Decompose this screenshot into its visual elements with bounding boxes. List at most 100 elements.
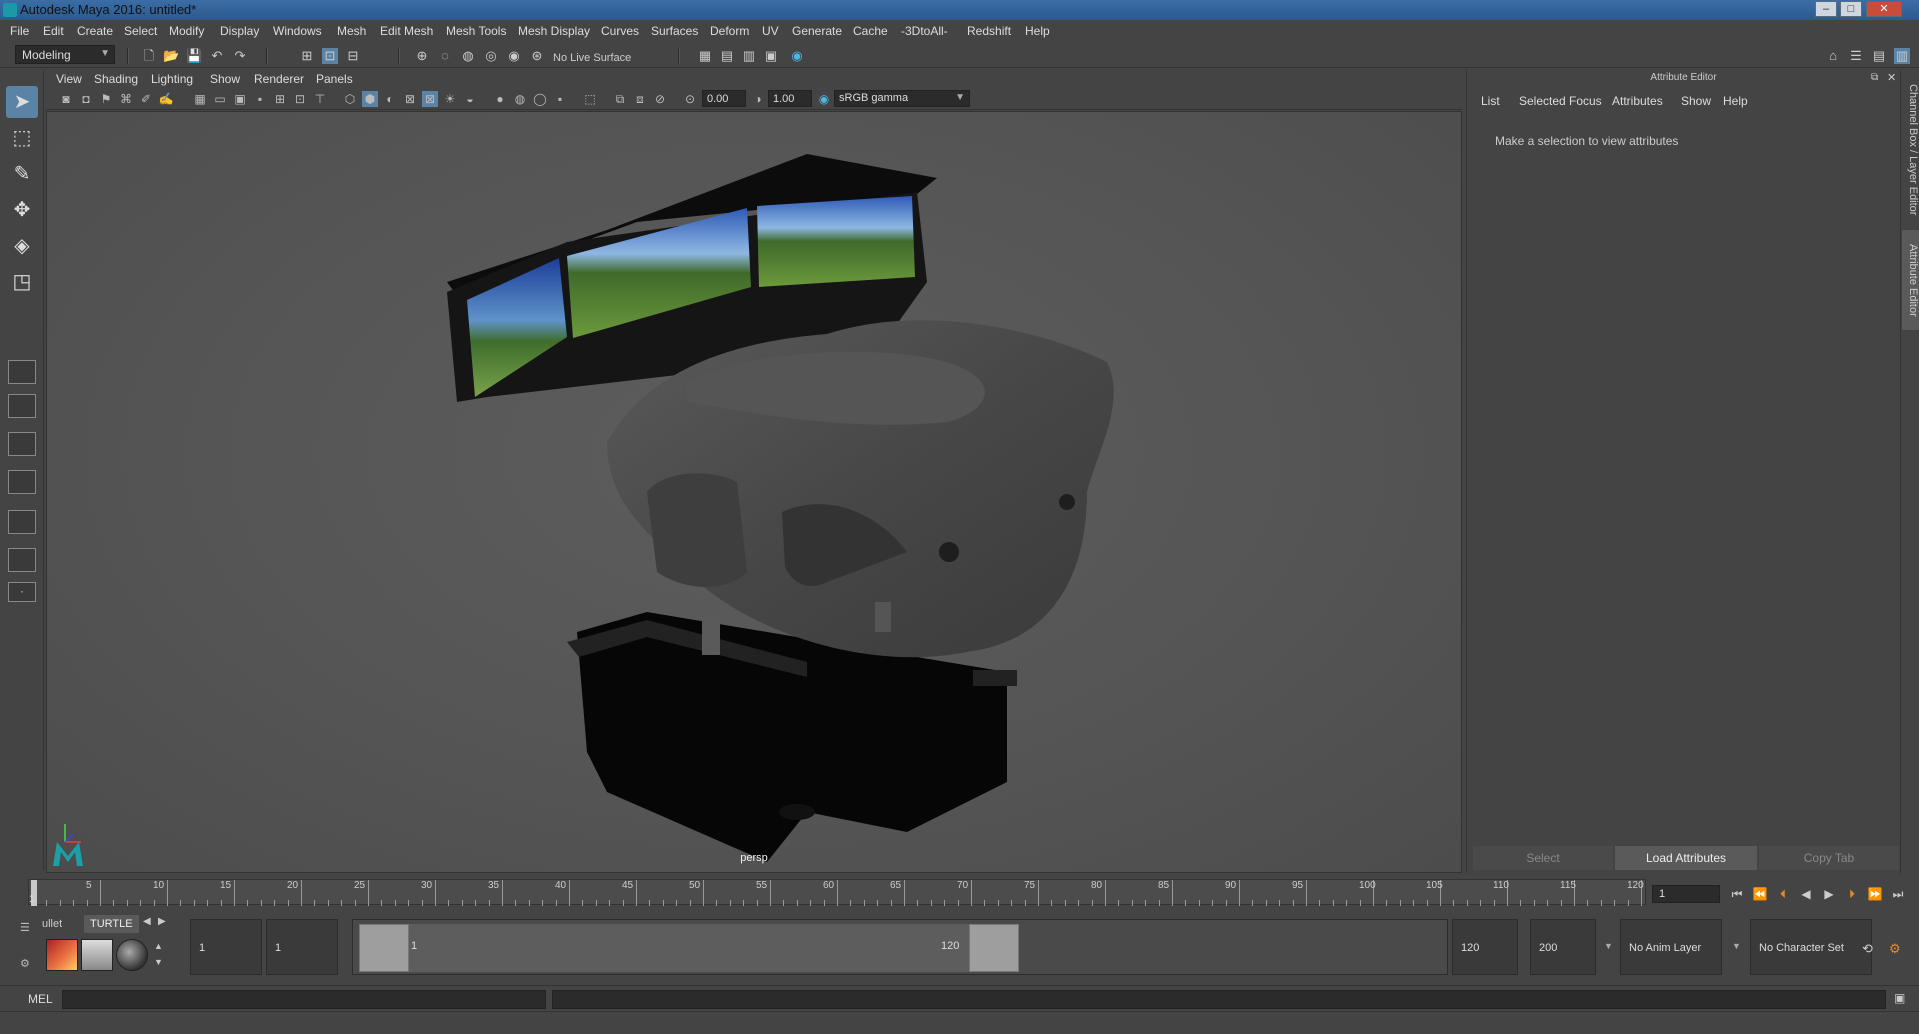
paint-brush-icon[interactable]: ✎ <box>6 158 38 190</box>
shelf-settings-gear-icon[interactable]: ⚙ <box>20 957 30 970</box>
shelf-scroll-left-icon[interactable]: ◀ <box>143 916 151 927</box>
script-editor-icon[interactable]: ▣ <box>1894 991 1905 1005</box>
ae-menu-show[interactable]: Show <box>1681 94 1711 108</box>
shelf-scroll-right-icon[interactable]: ▶ <box>158 916 166 927</box>
minimize-button[interactable]: – <box>1815 1 1837 17</box>
playback-end-field[interactable]: 120 <box>1452 919 1518 975</box>
persp-graph-layout-icon[interactable] <box>8 470 36 494</box>
menu-uv[interactable]: UV <box>762 24 779 38</box>
lasso-icon[interactable]: ⬚ <box>6 122 38 154</box>
panel-menu-renderer[interactable]: Renderer <box>254 72 304 86</box>
resolution-gate-icon[interactable]: ▣ <box>232 91 248 107</box>
scale-icon[interactable]: ◳ <box>6 266 38 298</box>
four-view-layout-icon[interactable] <box>8 394 36 418</box>
turtle-render-icon[interactable] <box>46 939 78 971</box>
shelf-menu-icon[interactable]: ☰ <box>20 921 30 934</box>
grid-icon[interactable]: ▦ <box>192 91 208 107</box>
use-all-lights-icon[interactable]: ⊠ <box>422 91 438 107</box>
render-current-icon[interactable]: ▤ <box>719 48 735 64</box>
menu-help[interactable]: Help <box>1025 24 1050 38</box>
menu-set-dropdown[interactable]: Modeling ▼ <box>15 45 115 64</box>
anim-start-field[interactable]: 1 <box>190 919 262 975</box>
ipr-render-icon[interactable]: ▥ <box>741 48 757 64</box>
save-scene-icon[interactable]: 💾 <box>186 48 202 64</box>
select-object-icon[interactable]: ⊡ <box>322 48 338 64</box>
timeline-ruler[interactable]: 1 5 10 15 20 25 30 35 40 45 50 55 60 65 70 75 80 85 90 95 1… <box>28 879 1646 906</box>
menu-mesh-tools[interactable]: Mesh Tools <box>446 24 506 38</box>
snap-surface-icon[interactable]: ⊛ <box>529 48 545 64</box>
menu-cache[interactable]: Cache <box>853 24 888 38</box>
screen-space-ao-icon[interactable]: ◒ <box>462 91 478 107</box>
modeling-toolkit-icon[interactable]: ⌂ <box>1825 48 1841 64</box>
go-to-end-icon[interactable]: ⏭ <box>1889 885 1907 903</box>
range-slider-track[interactable]: 1 120 <box>352 919 1448 975</box>
perspective-viewport[interactable]: persp <box>46 111 1462 873</box>
make-live-icon[interactable]: ◉ <box>506 48 522 64</box>
tab-channel-box[interactable]: Channel Box / Layer Editor <box>1902 80 1919 220</box>
shelf-tab-bullet[interactable]: ullet <box>36 915 68 933</box>
motion-blur-icon[interactable]: ● <box>492 91 508 107</box>
current-frame-field[interactable]: 1 <box>1652 885 1720 903</box>
panel-menu-lighting[interactable]: Lighting <box>151 72 193 86</box>
menu-modify[interactable]: Modify <box>169 24 204 38</box>
go-to-start-icon[interactable]: ⏮ <box>1728 885 1746 903</box>
panel-menu-panels[interactable]: Panels <box>316 72 353 86</box>
step-back-key-icon[interactable]: ⏪ <box>1751 885 1769 903</box>
script-language-label[interactable]: MEL <box>28 992 53 1006</box>
step-forward-key-icon[interactable]: ⏩ <box>1866 885 1884 903</box>
wireframe-on-shaded-icon[interactable]: ◐ <box>382 91 398 107</box>
play-forward-icon[interactable]: ▶ <box>1820 885 1838 903</box>
menu-3dtoall[interactable]: -3DtoAll- <box>901 24 948 38</box>
anim-layer-dropdown[interactable]: No Anim Layer <box>1620 919 1722 975</box>
tool-settings-icon[interactable]: ▤ <box>1871 48 1887 64</box>
command-input[interactable] <box>62 990 546 1009</box>
menu-redshift[interactable]: Redshift <box>967 24 1011 38</box>
image-plane-icon[interactable]: ⌘ <box>118 91 134 107</box>
ae-copy-tab-button[interactable]: Copy Tab <box>1759 846 1899 870</box>
select-hierarchy-icon[interactable]: ⊞ <box>299 48 315 64</box>
render-settings-icon[interactable]: ▦ <box>697 48 713 64</box>
exposure-icon[interactable]: ⊙ <box>682 91 698 107</box>
turtle-bake-icon[interactable] <box>81 939 113 971</box>
range-end-handle[interactable] <box>969 924 1019 972</box>
redo-icon[interactable]: ↷ <box>232 48 248 64</box>
chevron-down-icon[interactable]: ▼ <box>1604 941 1613 951</box>
isolate-select-icon[interactable]: ▪ <box>552 91 568 107</box>
move-icon[interactable]: ✥ <box>6 194 38 226</box>
menu-select[interactable]: Select <box>124 24 157 38</box>
ae-menu-focus[interactable]: Focus <box>1569 94 1602 108</box>
more-layouts-icon[interactable]: · <box>8 582 36 602</box>
playback-start-field[interactable]: 1 <box>266 919 338 975</box>
view-transform-dropdown[interactable]: sRGB gamma ▼ <box>834 90 970 107</box>
menu-display[interactable]: Display <box>220 24 259 38</box>
grease-pencil-icon[interactable]: ✐ <box>138 91 154 107</box>
safe-title-icon[interactable]: ⊤ <box>312 91 328 107</box>
xray-joints-icon[interactable]: ⧉ <box>612 91 628 107</box>
field-chart-icon[interactable]: ⊞ <box>272 91 288 107</box>
wireframe-icon[interactable]: ⬡ <box>342 91 358 107</box>
arrow-pointer-icon[interactable]: ➤ <box>6 86 38 118</box>
menu-mesh[interactable]: Mesh <box>337 24 366 38</box>
menu-edit[interactable]: Edit <box>43 24 64 38</box>
panel-menu-shading[interactable]: Shading <box>94 72 138 86</box>
multisample-aa-icon[interactable]: ◍ <box>512 91 528 107</box>
ae-select-button[interactable]: Select <box>1473 846 1613 870</box>
ae-menu-help[interactable]: Help <box>1723 94 1748 108</box>
depth-of-field-icon[interactable]: ◯ <box>532 91 548 107</box>
close-button[interactable]: ✕ <box>1866 1 1902 17</box>
undo-icon[interactable]: ↶ <box>209 48 225 64</box>
persp-outliner-layout-icon[interactable] <box>8 432 36 456</box>
snap-grid-icon[interactable]: ⊕ <box>414 48 430 64</box>
rotate-icon[interactable]: ◈ <box>6 230 38 262</box>
anim-preferences-icon[interactable]: ⚙ <box>1889 941 1901 957</box>
maximize-button[interactable]: □ <box>1840 1 1862 17</box>
tab-attribute-editor[interactable]: Attribute Editor <box>1902 230 1919 330</box>
play-backward-icon[interactable]: ◀ <box>1797 885 1815 903</box>
film-gate-icon[interactable]: ▭ <box>212 91 228 107</box>
menu-edit-mesh[interactable]: Edit Mesh <box>380 24 433 38</box>
exposure-field[interactable]: 0.00 <box>702 90 746 107</box>
anim-end-field[interactable]: 200 <box>1530 919 1596 975</box>
menu-mesh-display[interactable]: Mesh Display <box>518 24 590 38</box>
menu-create[interactable]: Create <box>77 24 113 38</box>
snap-point-icon[interactable]: ◍ <box>460 48 476 64</box>
